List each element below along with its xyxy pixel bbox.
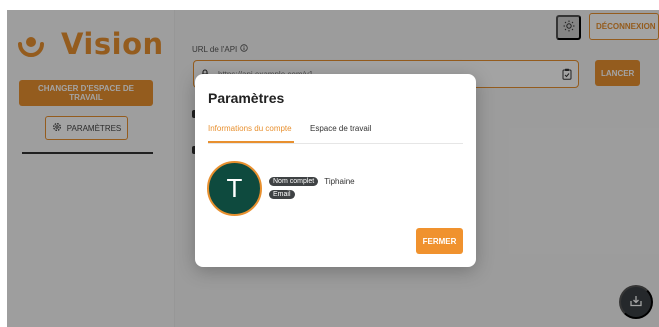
active-tab-indicator — [208, 141, 294, 143]
avatar-initial: T — [226, 173, 243, 203]
field-label-chip: Email — [269, 190, 295, 199]
close-button[interactable]: FERMER — [416, 228, 463, 254]
field-label-chip: Nom complet — [269, 177, 319, 186]
field-value: Tiphaine — [324, 177, 355, 186]
field-email: Email — [269, 190, 301, 199]
modal-tabs: Informations du compte Espace de travail — [208, 121, 463, 144]
settings-modal: Paramètres Informations du compte Espace… — [195, 74, 476, 267]
field-full-name: Nom complet Tiphaine — [269, 177, 355, 186]
modal-title: Paramètres — [208, 90, 285, 106]
avatar: T — [207, 161, 262, 216]
tab-workspace[interactable]: Espace de travail — [310, 124, 371, 133]
tab-account-info[interactable]: Informations du compte — [208, 124, 292, 133]
